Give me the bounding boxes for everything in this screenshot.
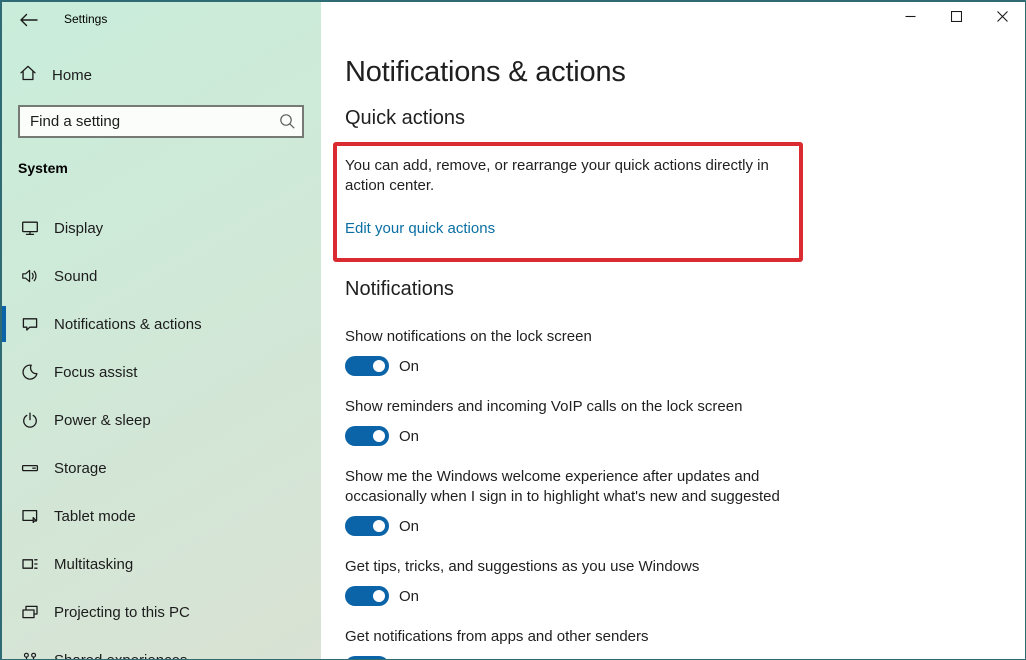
notifications-heading: Notifications [345, 278, 454, 300]
sidebar-item-label: Power & sleep [54, 411, 151, 429]
app-title: Settings [64, 12, 108, 26]
sidebar-nav: Display Sound Notifications & actions Fo… [2, 204, 321, 660]
toggle-knob [373, 520, 385, 532]
settings-window: Settings Home System [0, 0, 1026, 660]
home-icon [18, 63, 38, 88]
sidebar-item-label: Notifications & actions [54, 315, 202, 333]
back-arrow-icon [18, 13, 40, 34]
edit-quick-actions-link[interactable]: Edit your quick actions [345, 220, 495, 237]
setting-label: Show reminders and incoming VoIP calls o… [345, 398, 743, 415]
toggle-state-label: On [399, 658, 419, 660]
sidebar-item-label: Tablet mode [54, 507, 136, 525]
toggle-state-label: On [399, 357, 420, 375]
window-controls [887, 2, 1025, 32]
toggle-state-label: On [399, 517, 420, 535]
sidebar-item-label: Focus assist [54, 363, 138, 381]
sidebar-item-label: Multitasking [54, 555, 134, 573]
setting-app-notifications: Get notifications from apps and other se… [345, 627, 649, 659]
setting-label: Show me the Windows welcome experience a… [345, 468, 780, 505]
focus-assist-icon [20, 362, 40, 382]
toggle-state-label: On [399, 427, 420, 445]
display-icon [20, 218, 40, 238]
multitasking-icon [20, 554, 40, 574]
sidebar-item-label: Shared experiences [54, 651, 188, 660]
main-content: Notifications & actions Quick actions Yo… [321, 2, 1025, 659]
close-button[interactable] [979, 2, 1025, 32]
sidebar-item-notifications[interactable]: Notifications & actions [2, 300, 321, 348]
search-input[interactable] [18, 105, 304, 138]
toggle-knob [373, 590, 385, 602]
setting-label: Get tips, tricks, and suggestions as you… [345, 558, 700, 575]
toggle-lock-screen-notifications[interactable] [345, 356, 389, 376]
quick-actions-highlight-box: You can add, remove, or rearrange your q… [333, 142, 803, 262]
sidebar-item-power-sleep[interactable]: Power & sleep [2, 396, 321, 444]
sidebar-item-label: Display [54, 219, 104, 237]
shared-experiences-icon [20, 650, 40, 659]
sidebar-item-label: Sound [54, 267, 98, 285]
setting-lock-screen-notifications: Show notifications on the lock screen On [345, 327, 592, 376]
sidebar-item-tablet-mode[interactable]: Tablet mode [2, 492, 321, 540]
sidebar-item-sound[interactable]: Sound [2, 252, 321, 300]
sidebar-item-label: Storage [54, 459, 107, 477]
toggle-state-label: On [399, 587, 420, 605]
home-label: Home [52, 67, 93, 84]
setting-tips-tricks: Get tips, tricks, and suggestions as you… [345, 557, 699, 606]
sidebar-item-home[interactable]: Home [18, 63, 92, 88]
search-icon[interactable] [278, 112, 297, 131]
power-icon [20, 410, 40, 430]
tablet-mode-icon [20, 506, 40, 526]
projecting-icon [20, 602, 40, 622]
toggle-app-notifications[interactable] [345, 656, 389, 659]
notifications-icon [20, 314, 40, 334]
sidebar-item-display[interactable]: Display [2, 204, 321, 252]
sound-icon [20, 266, 40, 286]
back-button[interactable] [18, 10, 40, 30]
storage-icon [20, 458, 40, 478]
page-title: Notifications & actions [345, 56, 626, 88]
minimize-button[interactable] [887, 2, 933, 32]
setting-welcome-experience: Show me the Windows welcome experience a… [345, 467, 825, 536]
setting-label: Get notifications from apps and other se… [345, 628, 649, 645]
sidebar-item-shared-experiences[interactable]: Shared experiences [2, 636, 321, 660]
toggle-knob [373, 360, 385, 372]
maximize-button[interactable] [933, 2, 979, 32]
close-icon [996, 10, 1008, 25]
quick-actions-heading: Quick actions [345, 107, 466, 129]
maximize-icon [950, 10, 962, 25]
sidebar-item-multitasking[interactable]: Multitasking [2, 540, 321, 588]
search-box [18, 105, 304, 138]
sidebar-item-focus-assist[interactable]: Focus assist [2, 348, 321, 396]
setting-reminders-voip: Show reminders and incoming VoIP calls o… [345, 397, 742, 446]
toggle-welcome-experience[interactable] [345, 516, 389, 536]
sidebar-item-projecting[interactable]: Projecting to this PC [2, 588, 321, 636]
toggle-tips-tricks[interactable] [345, 586, 389, 606]
minimize-icon [905, 10, 916, 25]
sidebar-item-storage[interactable]: Storage [2, 444, 321, 492]
sidebar: Settings Home System [2, 2, 321, 659]
setting-label: Show notifications on the lock screen [345, 328, 592, 345]
sidebar-item-label: Projecting to this PC [54, 603, 190, 621]
quick-actions-description: You can add, remove, or rearrange your q… [345, 157, 769, 194]
toggle-knob [373, 430, 385, 442]
toggle-reminders-voip[interactable] [345, 426, 389, 446]
section-label-system: System [18, 160, 68, 176]
